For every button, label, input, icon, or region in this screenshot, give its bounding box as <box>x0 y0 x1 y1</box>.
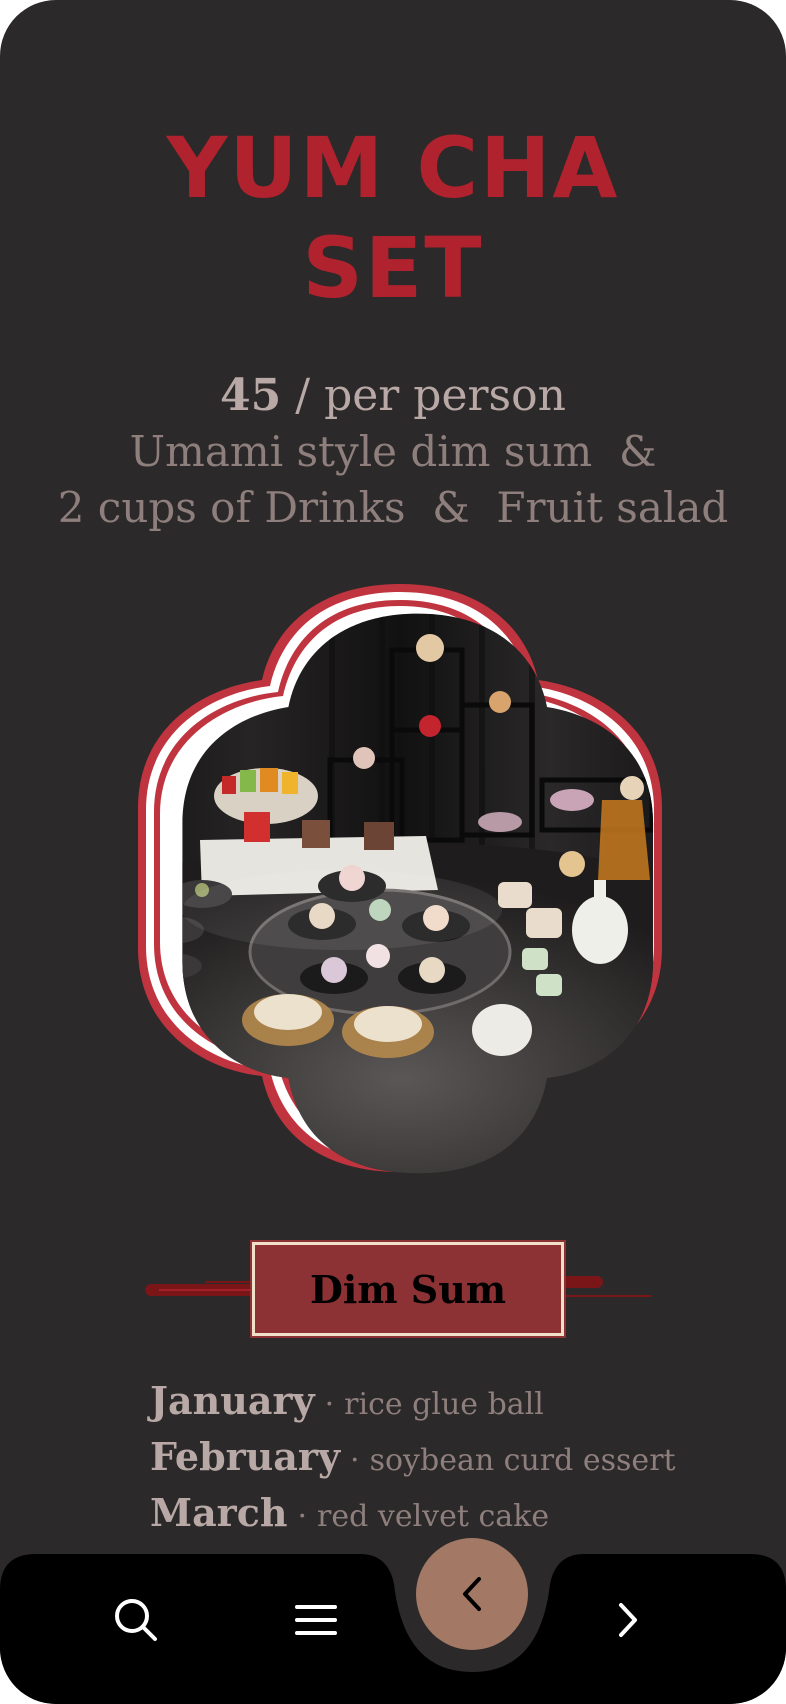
separator-dot: · <box>297 1499 308 1534</box>
monthly-dim-sum-list: January · rice glue ball February · soyb… <box>150 1378 770 1546</box>
month-label: February <box>150 1434 341 1479</box>
price-unit: / per person <box>281 370 566 421</box>
dish-name: soybean curd essert <box>369 1443 676 1478</box>
title-line-1: YUM CHA <box>166 119 620 217</box>
month-label: January <box>150 1378 315 1423</box>
price-line: 45 / per person <box>0 368 786 424</box>
hamburger-menu-icon <box>295 1605 337 1635</box>
search-button[interactable] <box>104 1588 168 1652</box>
separator-dot: · <box>350 1443 360 1478</box>
search-icon <box>115 1599 157 1641</box>
list-item: January · rice glue ball <box>150 1378 770 1434</box>
dish-name: rice glue ball <box>344 1387 544 1422</box>
description-line-2: 2 cups of Drinks & Fruit salad <box>57 483 729 532</box>
set-description: Umami style dim sum & 2 cups of Drinks &… <box>0 424 786 536</box>
section-label: Dim Sum <box>250 1240 566 1338</box>
bottom-navigation <box>0 1554 786 1704</box>
dim-sum-set-photo <box>138 584 662 1174</box>
list-item: March · red velvet cake <box>150 1490 770 1546</box>
month-label: March <box>150 1490 288 1535</box>
separator-dot: · <box>324 1387 335 1422</box>
dish-name: red velvet cake <box>317 1499 550 1534</box>
list-item: February · soybean curd essert <box>150 1434 770 1490</box>
phone-screen: YUM CHA SET 45 / per person Umami style … <box>0 0 786 1704</box>
title-line-2: SET <box>302 219 484 317</box>
next-button[interactable] <box>596 1588 660 1652</box>
description-line-1: Umami style dim sum & <box>129 427 657 476</box>
price-value: 45 <box>220 370 282 421</box>
chevron-right-icon <box>619 1603 637 1637</box>
menu-button[interactable] <box>284 1588 348 1652</box>
chevron-left-icon <box>463 1577 481 1611</box>
back-button[interactable] <box>416 1538 528 1650</box>
page-title: YUM CHA SET <box>0 118 786 318</box>
